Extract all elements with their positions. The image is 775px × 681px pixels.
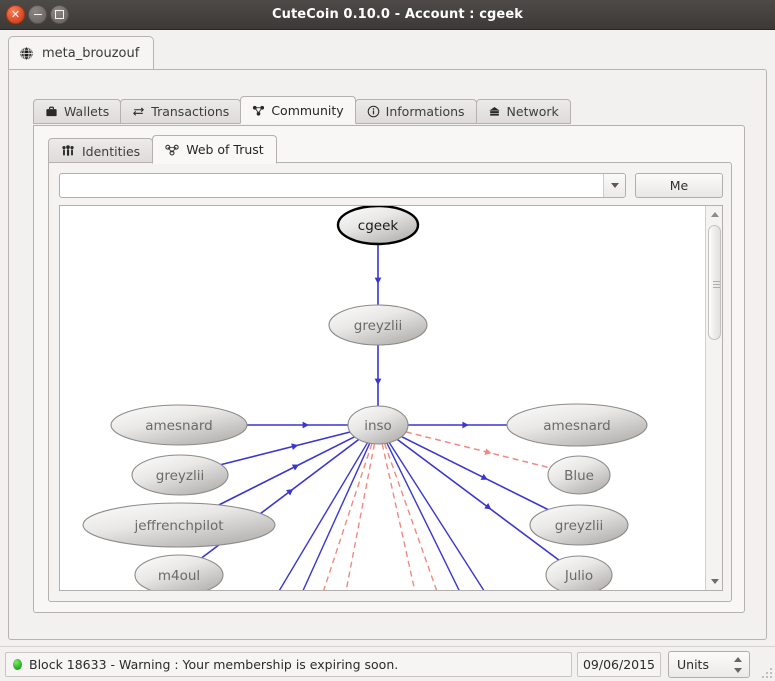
graph-node-label: Julio [564, 568, 593, 584]
title-bar: ✕ CuteCoin 0.10.0 - Account : cgeek [0, 0, 775, 30]
network-nodes-icon [252, 104, 265, 117]
graph-node-label: m4oul [158, 568, 200, 584]
graph-edge-arrow [462, 421, 469, 429]
graph-node-label: amesnard [145, 418, 212, 434]
window-title: CuteCoin 0.10.0 - Account : cgeek [271, 7, 523, 22]
graph-node[interactable]: m4oul [134, 554, 224, 590]
tab-wallets-label: Wallets [64, 104, 110, 119]
tab-community[interactable]: Community [240, 96, 356, 124]
graph-node[interactable]: amesnard [110, 404, 248, 446]
graph-node[interactable]: amesnard [506, 403, 648, 447]
graph-canvas[interactable]: cgeek greyzlii inso amesnard greyzlii jeffren… [60, 206, 706, 590]
green-status-dot [13, 659, 22, 670]
graph-node[interactable]: Julio [545, 555, 613, 590]
status-bar: Block 18633 - Warning : Your membership … [0, 646, 775, 681]
exchange-arrows-icon [132, 105, 145, 118]
graph-edge-arrow [302, 421, 309, 429]
graph-edge [401, 435, 549, 511]
graph-node[interactable]: Blue [547, 455, 611, 495]
me-button[interactable]: Me [635, 172, 723, 198]
graph-node[interactable]: greyzlii [328, 304, 428, 346]
graph-edge-arrow [374, 277, 382, 284]
scrollbar-grip [713, 281, 720, 288]
tab-web-of-trust[interactable]: Web of Trust [152, 135, 277, 164]
units-selector[interactable]: Units [668, 651, 750, 678]
graph-node-label: Blue [564, 468, 594, 484]
info-circle-icon [367, 105, 380, 118]
graph-node[interactable]: inso [347, 405, 409, 445]
graph-node[interactable]: greyzlii [529, 504, 629, 546]
graph-vertical-scrollbar[interactable] [705, 206, 722, 590]
chevron-down-icon[interactable] [603, 173, 625, 197]
resize-grip-icon[interactable] [760, 666, 772, 678]
account-tab-bar: meta_brouzouf [8, 36, 767, 70]
tab-identities-label: Identities [82, 143, 141, 159]
tab-network[interactable]: Network [475, 99, 571, 124]
graph-node[interactable]: cgeek [336, 206, 420, 246]
identity-search-combobox[interactable] [59, 172, 626, 198]
status-date: 09/06/2015 [577, 652, 661, 677]
graph-edge [396, 438, 560, 561]
graph-edge [388, 442, 485, 590]
tab-web-of-trust-label: Web of Trust [186, 142, 264, 157]
search-input[interactable] [60, 173, 603, 197]
scrollbar-thumb[interactable] [708, 225, 721, 340]
graph-node-label: greyzlii [555, 518, 603, 534]
tab-informations-label: Informations [385, 104, 465, 119]
tab-informations[interactable]: Informations [354, 99, 477, 124]
graph-node-label: greyzlii [156, 468, 204, 484]
server-icon [488, 105, 501, 118]
people-icon [61, 144, 75, 158]
web-of-trust-panel: Me cgeek greyzlii inso amesnard greyzlii… [48, 162, 732, 602]
graph-node-label: cgeek [358, 218, 399, 234]
graph-edge [381, 443, 416, 590]
graph-edge-arrow [480, 473, 488, 480]
account-tab-label: meta_brouzouf [42, 46, 140, 61]
graph-edge-arrow [374, 378, 382, 386]
tab-community-label: Community [271, 102, 344, 118]
globe-icon [19, 46, 34, 61]
triangle-up-icon[interactable] [706, 206, 722, 223]
application-window: ✕ CuteCoin 0.10.0 - Account : cgeek meta… [0, 0, 775, 681]
main-tab-bar: Wallets Transactions Community Informati… [33, 96, 571, 124]
web-of-trust-graph-view[interactable]: cgeek greyzlii inso amesnard greyzlii jeffren… [59, 205, 723, 591]
tab-transactions[interactable]: Transactions [120, 99, 242, 124]
graph-edge [345, 443, 376, 590]
graph-edge [386, 442, 460, 590]
account-tab-meta-brouzouf[interactable]: meta_brouzouf [8, 36, 155, 70]
triangle-down-icon[interactable] [706, 573, 722, 590]
graph-edge-arrow [291, 464, 300, 471]
graph-edge [302, 443, 371, 590]
search-row: Me [59, 172, 723, 198]
graph-node-label: greyzlii [354, 318, 402, 334]
status-message-box: Block 18633 - Warning : Your membership … [5, 652, 572, 677]
spinner-arrows-icon[interactable] [733, 657, 742, 673]
tab-identities[interactable]: Identities [48, 138, 154, 164]
tab-wallets[interactable]: Wallets [33, 99, 122, 124]
tab-network-label: Network [506, 104, 559, 119]
status-message-text: Block 18633 - Warning : Your membership … [29, 657, 399, 672]
units-selector-label: Units [677, 657, 709, 672]
graph-edge-arrow [484, 448, 492, 455]
graph-node-label: inso [364, 418, 392, 434]
web-of-trust-graph[interactable]: cgeek greyzlii inso amesnard greyzlii jeffren… [60, 206, 706, 590]
graph-node[interactable]: greyzlii [131, 454, 229, 496]
briefcase-icon [45, 105, 58, 118]
graph-node[interactable]: jeffrenchpilot [82, 502, 276, 548]
trust-graph-icon [165, 143, 179, 157]
graph-node-layer[interactable]: cgeek greyzlii inso amesnard greyzlii jeffren… [82, 206, 648, 590]
graph-node-label: amesnard [543, 418, 610, 434]
graph-node-label: jeffrenchpilot [133, 518, 223, 534]
community-sub-tab-bar: Identities Web of Trust [48, 134, 277, 164]
community-panel: Identities Web of Trust Me cgeek greyzli… [33, 125, 745, 613]
tab-transactions-label: Transactions [151, 104, 230, 119]
account-content-frame: Wallets Transactions Community Informati… [8, 69, 767, 640]
